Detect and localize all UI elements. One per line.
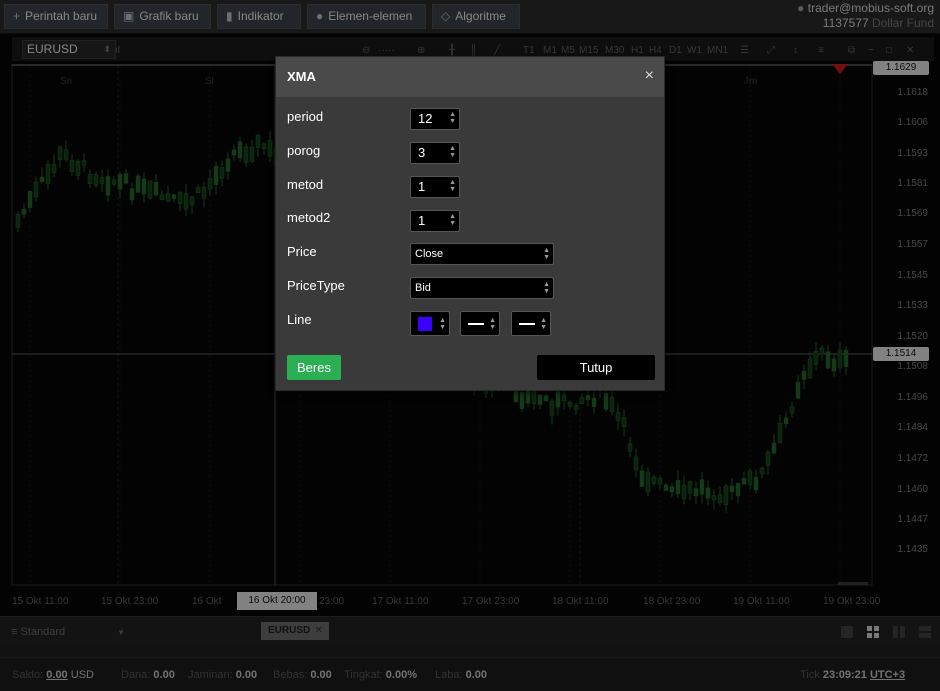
metod2-stepper[interactable]: 1 ▲ ▼ [410,210,460,232]
stepper-arrows-icon[interactable]: ▲ ▼ [449,213,456,227]
ok-button[interactable]: Beres [287,355,341,380]
line-style-select[interactable]: ▲ ▼ [511,311,551,336]
select-arrows-icon: ▲ ▼ [543,247,550,261]
select-arrows-icon: ▲ ▼ [489,317,496,331]
color-swatch [418,317,432,331]
select-arrows-icon: ▲ ▼ [543,281,550,295]
stepper-arrows-icon[interactable]: ▲ ▼ [449,179,456,193]
select-arrows-icon: ▲ ▼ [439,317,446,331]
porog-stepper[interactable]: 3 ▲ ▼ [410,142,460,164]
price-label: Price [287,244,317,259]
price-select[interactable]: Close ▲ ▼ [410,243,554,265]
period-label: period [287,109,324,124]
select-arrows-icon: ▲ ▼ [540,317,547,331]
close-button[interactable]: Tutup [537,355,655,380]
line-color-picker[interactable]: ▲ ▼ [410,311,450,336]
trading-app: + Perintah baru ▣ Grafik baru ▮ Indikator ●… [0,0,940,691]
stepper-arrows-icon[interactable]: ▲ ▼ [449,111,456,125]
metod2-label: metod2 [287,210,331,225]
line-style-preview [519,323,535,325]
line-width-select[interactable]: ▲ ▼ [460,311,500,336]
pricetype-select[interactable]: Bid ▲ ▼ [410,277,554,299]
metod-label: metod [287,177,324,192]
porog-label: porog [287,143,321,158]
close-icon[interactable]: × [645,67,654,85]
indicator-settings-dialog: XMA × period 12 ▲ ▼ porog 3 ▲ ▼ metod 1 ▲ ▼ me… [275,56,665,391]
stepper-arrows-icon[interactable]: ▲ ▼ [449,145,456,159]
pricetype-label: PriceType [287,278,345,293]
line-label: Line [287,312,312,327]
metod-stepper[interactable]: 1 ▲ ▼ [410,176,460,198]
line-width-preview [468,323,484,325]
dialog-title: XMA [287,69,316,84]
dialog-header: XMA × [276,57,664,97]
period-stepper[interactable]: 12 ▲ ▼ [410,108,460,130]
